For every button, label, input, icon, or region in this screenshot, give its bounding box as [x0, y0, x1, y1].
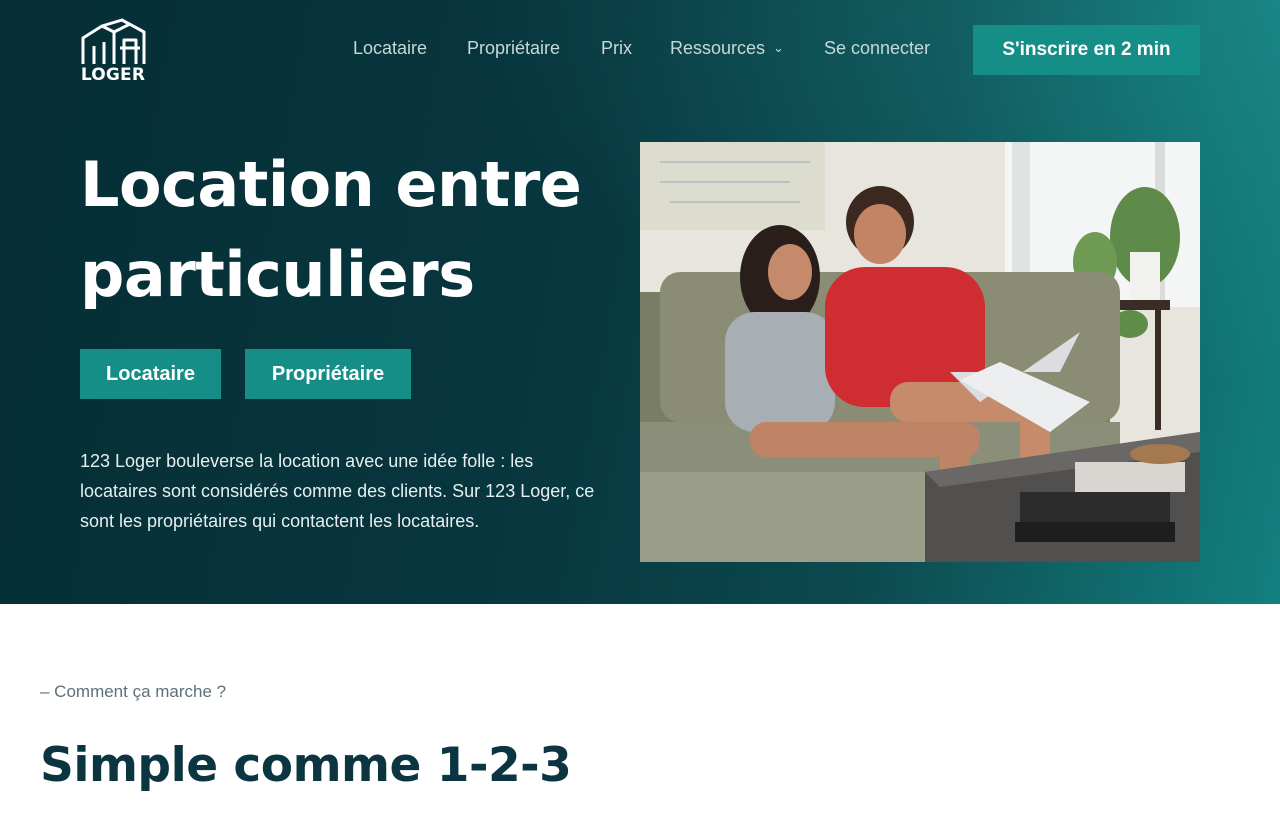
hero-title-line2: particuliers	[80, 238, 475, 311]
chevron-down-icon: ⌄	[773, 40, 784, 55]
hero-photo-illustration	[640, 142, 1200, 562]
hero-photo	[640, 142, 1200, 562]
hero-title: Location entre particuliers	[80, 140, 620, 320]
nav-item-ressources[interactable]: Ressources ⌄	[670, 38, 784, 59]
nav-item-prix[interactable]: Prix	[601, 38, 632, 59]
owner-button[interactable]: Propriétaire	[245, 349, 411, 399]
hero-title-line1: Location entre	[80, 148, 582, 221]
signup-button[interactable]: S'inscrire en 2 min	[973, 25, 1200, 75]
hero-description: 123 Loger bouleverse la location avec un…	[80, 451, 595, 531]
section-title: Simple comme 1-2-3	[40, 738, 572, 793]
nav-item-ressources-label: Ressources	[670, 38, 766, 58]
main-nav: Locataire Propriétaire Prix Ressources ⌄ …	[0, 0, 1280, 100]
hero-section: LOGER Locataire Propriétaire Prix Ressou…	[0, 0, 1280, 604]
tenant-button[interactable]: Locataire	[80, 349, 221, 399]
section-kicker: – Comment ça marche ?	[40, 682, 227, 701]
nav-item-proprietaire[interactable]: Propriétaire	[467, 38, 560, 59]
nav-item-se-connecter[interactable]: Se connecter	[824, 38, 930, 59]
nav-item-locataire[interactable]: Locataire	[353, 38, 427, 59]
